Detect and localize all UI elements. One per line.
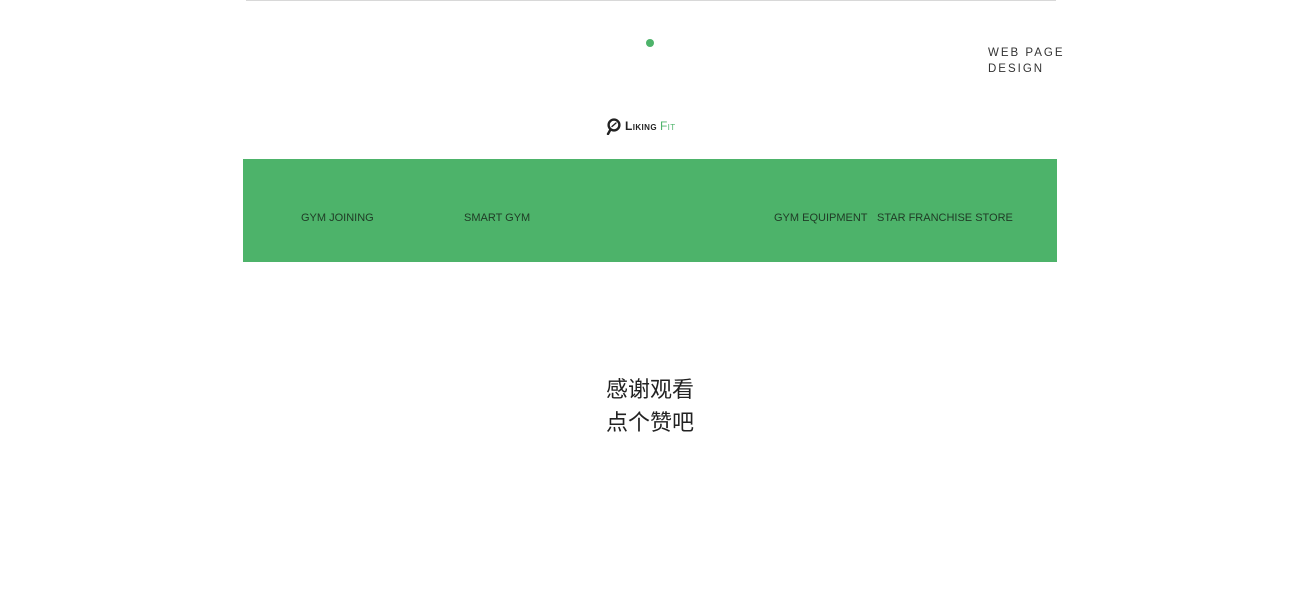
design-caption-line-2: DESIGN bbox=[988, 63, 1045, 75]
nav-item-star-franchise-store[interactable]: STAR FRANCHISE STORE bbox=[877, 212, 1013, 225]
liking-fit-logo-icon bbox=[606, 117, 621, 135]
closing-message: 感谢观看 点个赞吧 bbox=[550, 374, 750, 440]
main-nav-bar: GYM JOINING SMART GYM GYM EQUIPMENT STAR… bbox=[243, 159, 1057, 262]
page-indicator-dot bbox=[646, 39, 654, 47]
brand-logo-text: Liking Fit bbox=[625, 118, 676, 135]
nav-item-gym-joining[interactable]: GYM JOINING bbox=[301, 212, 374, 225]
nav-item-gym-equipment[interactable]: GYM EQUIPMENT bbox=[774, 212, 868, 225]
brand-logo[interactable]: Liking Fit bbox=[606, 117, 676, 135]
nav-item-smart-gym[interactable]: SMART GYM bbox=[464, 212, 530, 225]
brand-logo-word-2: Fit bbox=[659, 118, 676, 133]
design-caption-line-1: WEB PAGE bbox=[988, 47, 1065, 59]
brand-logo-word-1: Liking bbox=[625, 118, 657, 133]
closing-message-line-1: 感谢观看 bbox=[605, 378, 694, 403]
design-caption: WEB PAGE DESIGN bbox=[988, 45, 1098, 77]
top-divider bbox=[246, 0, 1056, 1]
closing-message-line-2: 点个赞吧 bbox=[605, 411, 694, 436]
